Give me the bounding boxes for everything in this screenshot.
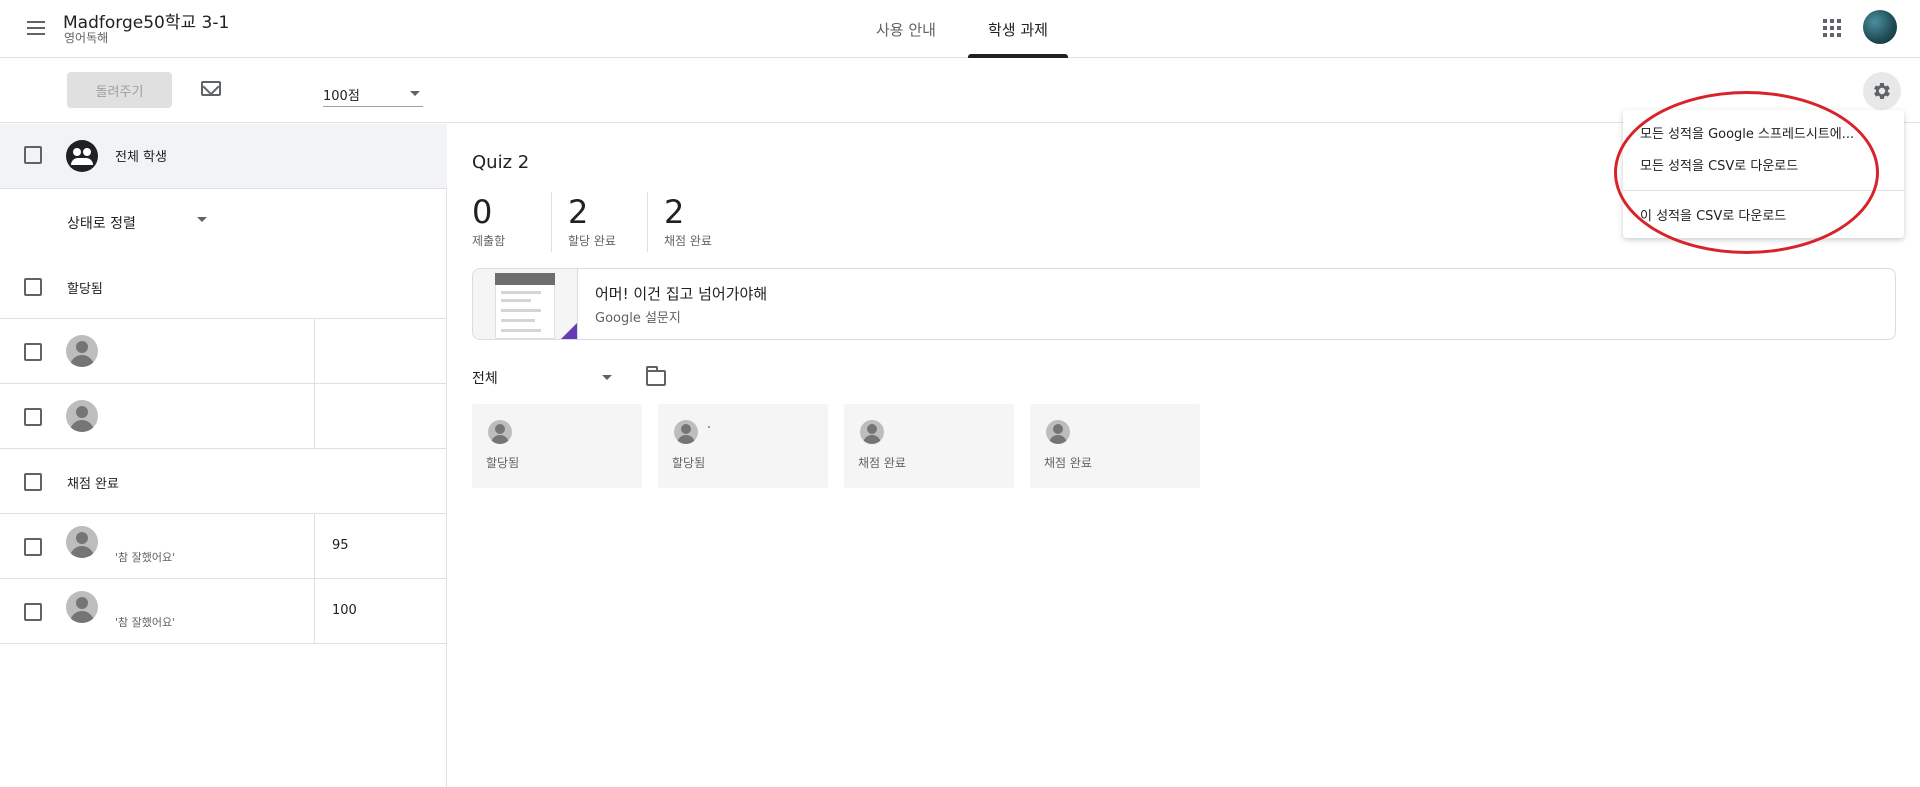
menu-item-copy-all-to-sheets[interactable]: 모든 성적을 Google 스프레드시트에... xyxy=(1623,116,1904,148)
student-work-card[interactable]: 채점 완료 xyxy=(1030,404,1200,488)
settings-button[interactable] xyxy=(1863,72,1901,110)
avatar xyxy=(860,420,884,444)
attachment-thumbnail xyxy=(473,269,578,339)
account-avatar[interactable] xyxy=(1863,10,1897,44)
assigned-section-row[interactable]: 할당됨 xyxy=(0,254,447,319)
student-row[interactable] xyxy=(0,319,447,384)
stat-divider xyxy=(647,192,648,252)
all-students-label: 전체 학생 xyxy=(115,150,167,165)
avatar xyxy=(674,420,698,444)
all-students-row[interactable]: 전체 학생 xyxy=(0,124,447,189)
student-checkbox[interactable] xyxy=(24,343,42,361)
avatar xyxy=(66,526,98,558)
student-work-card[interactable]: 채점 완료 xyxy=(844,404,1014,488)
stat-label: 할당 완료 xyxy=(568,234,616,248)
grades-export-menu: 모든 성적을 Google 스프레드시트에... 모든 성적을 CSV로 다운로… xyxy=(1623,110,1904,238)
mail-icon[interactable] xyxy=(201,81,221,96)
student-work-card[interactable]: 할당됨 xyxy=(472,404,642,488)
stat-divider xyxy=(551,192,552,252)
avatar xyxy=(1046,420,1070,444)
student-checkbox[interactable] xyxy=(24,538,42,556)
stat-label: 채점 완료 xyxy=(664,234,712,248)
return-button[interactable]: 돌려주기 xyxy=(67,72,172,108)
points-value: 100점 xyxy=(323,89,360,104)
menu-item-download-this-csv[interactable]: 이 성적을 CSV로 다운로드 xyxy=(1623,198,1904,230)
work-status: 채점 완료 xyxy=(858,456,906,470)
chevron-down-icon xyxy=(410,91,420,96)
student-row[interactable] xyxy=(0,384,447,449)
google-forms-icon xyxy=(561,323,577,339)
attachment-title: 어머! 이건 집고 넘어가야해 xyxy=(595,285,768,303)
score-column-divider xyxy=(314,319,315,383)
stat-label: 제출함 xyxy=(472,234,506,248)
menu-divider xyxy=(1623,190,1904,191)
graded-section-checkbox[interactable] xyxy=(24,473,42,491)
avatar xyxy=(66,400,98,432)
attachment-type: Google 설문지 xyxy=(595,311,681,326)
folder-icon[interactable] xyxy=(646,366,666,386)
attachment-card[interactable]: 어머! 이건 집고 넘어가야해 Google 설문지 xyxy=(472,268,1896,340)
hamburger-menu-icon[interactable] xyxy=(22,14,50,42)
top-app-bar: Madforge50학교 3-1 영어독해 사용 안내 학생 과제 xyxy=(0,0,1920,58)
score-column-divider xyxy=(314,384,315,448)
chevron-down-icon[interactable] xyxy=(197,217,207,222)
avatar xyxy=(66,335,98,367)
score-column-divider xyxy=(314,579,315,643)
stat-value: 2 xyxy=(568,193,589,231)
class-subtitle: 영어독해 xyxy=(64,31,109,45)
decorative-dot xyxy=(708,426,710,428)
avatar xyxy=(488,420,512,444)
score-column-divider xyxy=(314,514,315,578)
group-icon xyxy=(66,140,98,172)
status-filter-select[interactable]: 전체 xyxy=(472,368,612,392)
score-value[interactable]: 100 xyxy=(332,603,357,618)
student-list-panel: 전체 학생 상태로 정렬 할당됨 채점 완료 '참 잘했어요' 95 '참 잘했… xyxy=(0,124,447,787)
work-status: 할당됨 xyxy=(486,456,520,470)
gear-icon xyxy=(1874,83,1890,99)
filter-value: 전체 xyxy=(472,371,498,387)
graded-section-row[interactable]: 채점 완료 xyxy=(0,449,447,514)
student-work-card[interactable]: 할당됨 xyxy=(658,404,828,488)
tab-instructions[interactable]: 사용 안내 xyxy=(850,0,962,58)
assigned-section-checkbox[interactable] xyxy=(24,278,42,296)
stat-turned-in: 0 제출함 xyxy=(472,194,505,252)
stat-value: 0 xyxy=(472,193,493,231)
menu-item-download-all-csv[interactable]: 모든 성적을 CSV로 다운로드 xyxy=(1623,148,1904,180)
tab-student-work[interactable]: 학생 과제 xyxy=(962,0,1074,58)
work-status: 채점 완료 xyxy=(1044,456,1092,470)
points-select[interactable]: 100점 xyxy=(323,81,423,107)
private-comment: '참 잘했어요' xyxy=(115,616,176,629)
chevron-down-icon xyxy=(602,375,612,380)
avatar xyxy=(66,591,98,623)
work-status: 할당됨 xyxy=(672,456,706,470)
tab-bar: 사용 안내 학생 과제 xyxy=(850,0,1074,58)
stat-value: 2 xyxy=(664,193,685,231)
graded-section-label: 채점 완료 xyxy=(67,477,119,492)
assignment-title: Quiz 2 xyxy=(472,152,530,173)
apps-grid-icon[interactable] xyxy=(1821,17,1843,39)
score-value[interactable]: 95 xyxy=(332,538,349,553)
stat-graded: 2 채점 완료 xyxy=(664,194,712,252)
all-students-checkbox[interactable] xyxy=(24,146,42,164)
student-checkbox[interactable] xyxy=(24,603,42,621)
student-row[interactable]: '참 잘했어요' 100 xyxy=(0,579,447,644)
student-row[interactable]: '참 잘했어요' 95 xyxy=(0,514,447,579)
sort-row: 상태로 정렬 xyxy=(0,189,447,254)
student-checkbox[interactable] xyxy=(24,408,42,426)
assigned-section-label: 할당됨 xyxy=(67,282,103,297)
sort-by-status-select[interactable]: 상태로 정렬 xyxy=(67,213,136,233)
private-comment: '참 잘했어요' xyxy=(115,551,176,564)
stat-assigned: 2 할당 완료 xyxy=(568,194,616,252)
